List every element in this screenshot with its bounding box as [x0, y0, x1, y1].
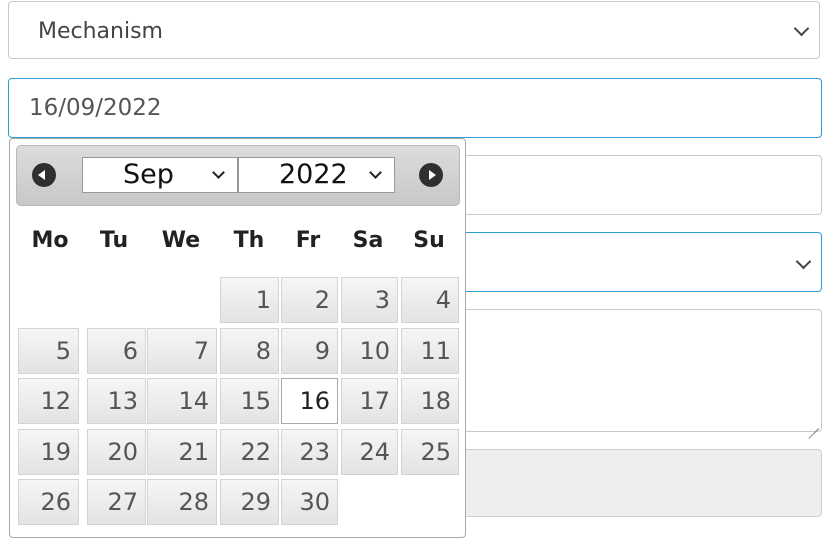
calendar-day[interactable]: 14 [147, 378, 217, 424]
date-input[interactable] [8, 78, 822, 138]
weekday-label: Mo [31, 228, 69, 253]
calendar-day[interactable]: 13 [87, 378, 146, 424]
calendar-day[interactable]: 11 [401, 328, 459, 374]
circle-arrow-left-icon[interactable] [32, 163, 56, 187]
calendar-day[interactable]: 24 [341, 429, 398, 475]
calendar-day[interactable]: 12 [18, 378, 79, 424]
weekday-label: Th [233, 228, 265, 253]
calendar-day[interactable]: 22 [220, 429, 279, 475]
year-select-value: 2022 [279, 159, 348, 190]
calendar-day-selected[interactable]: 16 [281, 378, 338, 424]
textarea-field[interactable] [460, 309, 822, 432]
calendar-day[interactable]: 28 [147, 479, 217, 525]
calendar-day[interactable]: 8 [220, 328, 279, 374]
weekday-label: We [161, 228, 201, 253]
year-select[interactable]: 2022 [238, 157, 395, 193]
month-select-value: Sep [123, 159, 174, 190]
calendar-day[interactable]: 6 [87, 328, 146, 374]
calendar-day[interactable]: 17 [341, 378, 398, 424]
datepicker-popup: Sep 2022 Mo Tu We Th Fr Sa Su 1 2 3 4 5 6 7 8 9 10 11 12 1… [9, 138, 466, 538]
text-input[interactable] [460, 155, 822, 215]
calendar-day[interactable]: 2 [281, 277, 338, 323]
mechanism-select-value: Mechanism [38, 19, 163, 44]
chevron-down-icon [793, 20, 810, 37]
weekday-label: Su [413, 228, 445, 253]
calendar-day[interactable]: 9 [281, 328, 338, 374]
circle-arrow-right-icon[interactable] [419, 163, 443, 187]
calendar-day[interactable]: 23 [281, 429, 338, 475]
weekday-label: Sa [352, 228, 384, 253]
chevron-down-icon [795, 253, 812, 270]
resize-handle-icon[interactable] [807, 417, 819, 429]
chevron-down-icon [369, 166, 382, 179]
calendar-day[interactable]: 19 [18, 429, 79, 475]
calendar-day[interactable]: 25 [401, 429, 459, 475]
disabled-field [460, 449, 822, 517]
calendar-day[interactable]: 20 [87, 429, 146, 475]
calendar-day[interactable]: 18 [401, 378, 459, 424]
select-field[interactable] [460, 232, 822, 292]
calendar-day[interactable]: 15 [220, 378, 279, 424]
calendar-day[interactable]: 26 [18, 479, 79, 525]
calendar-day[interactable]: 27 [87, 479, 146, 525]
calendar-day[interactable]: 4 [401, 277, 459, 323]
calendar-day[interactable]: 1 [220, 277, 279, 323]
datepicker-header: Sep 2022 [16, 145, 460, 206]
calendar-day[interactable]: 7 [147, 328, 217, 374]
calendar-day[interactable]: 29 [220, 479, 279, 525]
calendar-day[interactable]: 3 [341, 277, 398, 323]
calendar-day[interactable]: 5 [18, 328, 79, 374]
calendar-day[interactable]: 10 [341, 328, 398, 374]
weekday-label: Tu [99, 228, 129, 253]
calendar-day[interactable]: 30 [281, 479, 338, 525]
chevron-down-icon [212, 166, 225, 179]
calendar-day[interactable]: 21 [147, 429, 217, 475]
month-select[interactable]: Sep [82, 157, 238, 193]
weekday-label: Fr [295, 228, 321, 253]
mechanism-select[interactable]: Mechanism [8, 1, 820, 59]
